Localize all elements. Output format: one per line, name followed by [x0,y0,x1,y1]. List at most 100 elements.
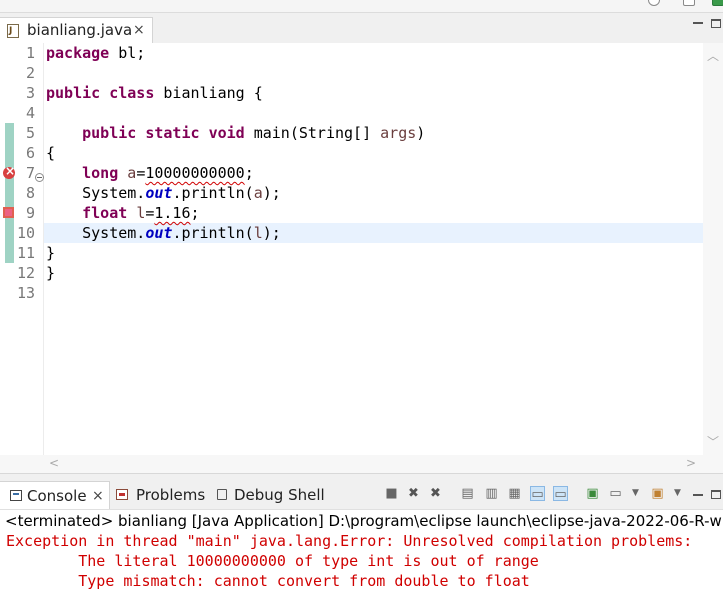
code-token: ; [244,164,254,182]
launch-status-line: <terminated> bianliang [Java Application… [0,509,723,532]
scroll-left-icon[interactable]: < [49,456,59,470]
code-token: .println( [172,184,254,202]
show-on-stdout-icon[interactable]: ▭ [530,486,545,502]
error-marker-icon[interactable] [3,207,14,218]
editor-tab-bar: bianliang.java × [0,13,723,43]
line-number: 3 [25,84,35,102]
code-keyword: class [109,84,155,102]
line-number: 1 [25,44,35,62]
line-number: 12 [16,264,35,282]
close-tab-icon[interactable]: × [133,22,145,38]
code-error-token: 10000000000 [145,164,245,182]
fold-collapse-icon[interactable] [35,173,44,182]
code-token: .println( [172,224,254,242]
code-token: ); [262,224,281,242]
terminate-icon[interactable]: ■ [384,486,399,501]
line-number: 5 [25,124,35,142]
line-number: 9 [25,204,35,222]
code-keyword: public [46,84,101,102]
console-tab-bar: Console × Problems Debug Shell ■ ✖ ✖ ▤ ▥… [0,481,723,509]
code-token: bl; [109,44,146,62]
code-line[interactable]: System.out.println(l); [46,223,281,243]
maximize-editor-button[interactable] [711,19,721,28]
code-token: System. [46,184,146,202]
code-line[interactable]: long a=10000000000; [46,163,254,183]
code-token: a [253,184,263,202]
code-editor[interactable]: 1 2 3 4 5 6 7 8 9 10 11 12 13 package bl; public clas… [0,43,723,455]
code-line[interactable]: public static void main(String[] args) [46,123,425,143]
code-token: { [46,144,56,162]
scroll-down-icon[interactable]: ﹀ [707,433,719,450]
minimize-console-button[interactable] [693,494,703,496]
pin-console-icon[interactable]: ▣ [585,486,600,501]
code-line[interactable]: } [46,263,55,283]
display-console-icon[interactable]: ▭ [608,486,623,501]
chevron-down-icon[interactable]: ▼ [670,486,685,501]
code-token: System. [46,224,146,242]
console-error-line: Type mismatch: cannot convert from doubl… [6,572,530,590]
code-line[interactable]: float l=1.16; [46,203,200,223]
java-perspective-icon[interactable] [712,0,723,6]
code-token: ); [262,184,281,202]
code-line[interactable]: public class bianliang { [46,83,263,103]
code-token: } [46,244,56,262]
code-keyword: float [82,204,128,222]
line-number: 13 [16,284,35,302]
line-number: 11 [16,244,35,262]
tab-console-label: Console [27,487,87,505]
code-token: out [145,184,173,202]
vertical-scrollbar[interactable]: ︿ ﹀ [703,43,723,455]
chevron-down-icon[interactable]: ▼ [628,486,643,501]
console-error-line: The literal 10000000000 of type int is o… [6,552,548,570]
line-number: 7 [25,164,35,182]
tab-console[interactable]: Console × [0,481,110,509]
minimize-editor-button[interactable] [693,22,703,24]
remove-all-launches-icon[interactable]: ✖ [428,486,443,501]
code-token: a [127,164,137,182]
launch-status-text: <terminated> bianliang [Java Application… [5,512,723,530]
editor-tab-bianliang[interactable]: bianliang.java × [0,17,153,43]
console-icon [10,490,22,501]
code-line[interactable]: } [46,243,55,263]
problems-icon [116,489,128,500]
word-wrap-icon[interactable]: ▦ [507,486,522,501]
open-console-icon[interactable]: ▣ [650,486,665,501]
remove-launch-icon[interactable]: ✖ [406,486,421,501]
code-token: ; [190,204,200,222]
code-token: l [136,204,146,222]
clear-console-icon[interactable]: ▤ [460,486,475,501]
close-tab-icon[interactable]: × [92,482,104,510]
code-token: out [145,224,173,242]
line-number: 10 [16,224,35,242]
scroll-right-icon[interactable]: > [686,456,696,470]
line-number-ruler: 1 2 3 4 5 6 7 8 9 10 11 12 13 [17,43,44,455]
code-token: args [380,124,417,142]
code-area[interactable]: package bl; public class bianliang { publ… [44,43,703,455]
quick-diff-bar [5,123,14,263]
code-token: main(String[] [244,124,381,142]
code-token: l [253,224,263,242]
console-output[interactable]: Exception in thread "main" java.lang.Err… [0,531,723,612]
code-error-token: 1.16 [154,204,191,222]
search-icon[interactable] [648,0,660,6]
error-marker-icon[interactable] [3,164,15,179]
scroll-lock-icon[interactable]: ▥ [484,486,499,501]
maximize-console-button[interactable] [711,490,721,499]
tab-debug-shell[interactable]: Debug Shell [234,481,325,509]
code-keyword: public [82,124,137,142]
show-on-stderr-icon[interactable]: ▭ [553,486,568,502]
code-line[interactable]: package bl; [46,43,145,63]
code-line[interactable]: { [46,143,55,163]
code-line[interactable]: System.out.println(a); [46,183,281,203]
horizontal-scrollbar[interactable]: < > [0,455,723,474]
scroll-up-icon[interactable]: ︿ [707,47,719,64]
perspective-icon[interactable] [683,0,695,6]
code-keyword: long [82,164,119,182]
tab-problems[interactable]: Problems [136,481,205,509]
